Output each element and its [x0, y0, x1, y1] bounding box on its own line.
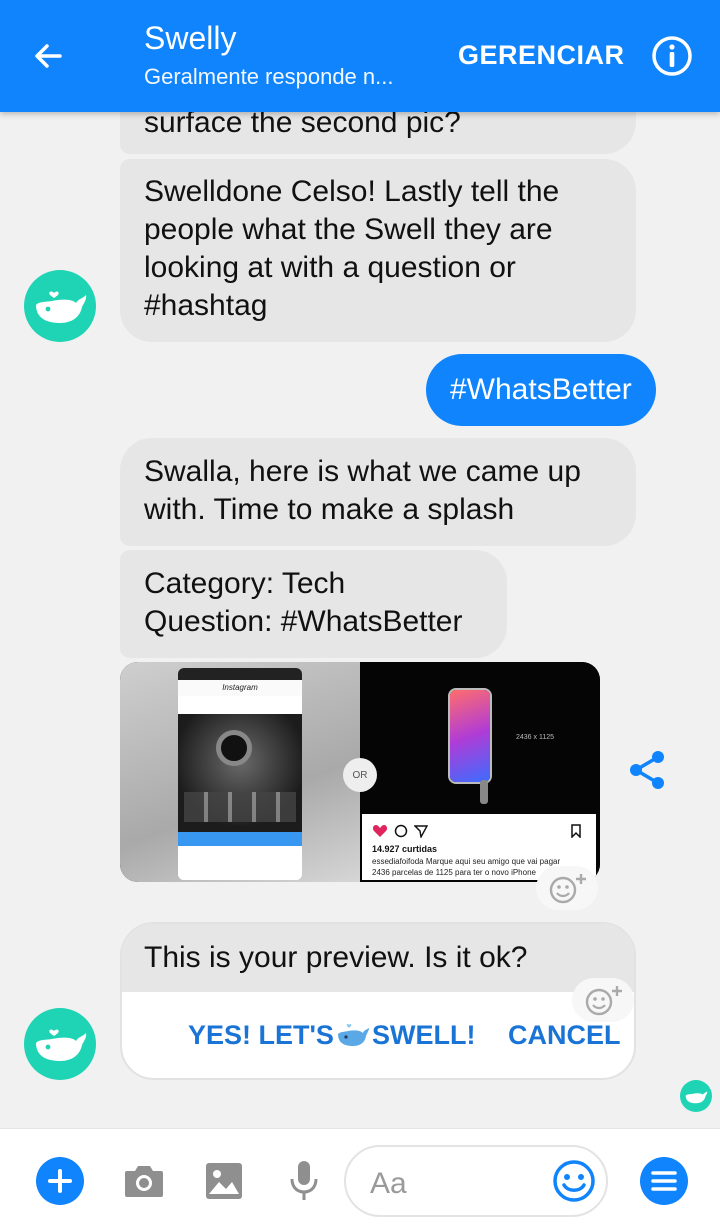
bot-avatar[interactable]	[24, 270, 96, 342]
slide-resolution: 2436 x 1125	[516, 734, 555, 741]
message-composer: Aa	[0, 1128, 720, 1232]
comment-icon	[394, 824, 408, 838]
message-bubble-swalla[interactable]: Swalla, here is what we came up with. Ti…	[120, 438, 636, 546]
message-text: #WhatsBetter	[450, 373, 632, 406]
message-line: Question: #WhatsBetter	[144, 605, 463, 638]
voice-button[interactable]	[280, 1157, 328, 1205]
emoji-icon[interactable]	[552, 1159, 596, 1203]
microphone-icon	[290, 1161, 318, 1200]
yes-label: YES! LET'S	[188, 1020, 334, 1050]
user-message-bubble[interactable]: #WhatsBetter	[426, 354, 656, 426]
read-receipt-avatar	[680, 1080, 712, 1112]
whale-icon	[36, 1029, 87, 1061]
more-actions-button[interactable]	[36, 1157, 84, 1205]
back-arrow-icon	[35, 44, 62, 68]
yes-swell-button[interactable]: YES! LET'S SWELL!	[188, 1020, 475, 1051]
whale-icon	[337, 1023, 369, 1046]
message-bubble-swelldone[interactable]: Swelldone Celso! Lastly tell the people …	[120, 159, 636, 342]
likes-count: 14.927 curtidas	[372, 844, 438, 854]
whale-icon	[36, 291, 87, 323]
message-input[interactable]: Aa	[344, 1145, 608, 1217]
camera-icon	[125, 1166, 163, 1197]
or-badge: OR	[343, 758, 377, 792]
add-reaction-icon	[549, 874, 586, 904]
message-line: looking at with a question or	[144, 251, 516, 284]
chat-header: Swelly Geralmente responde n... GERENCIA…	[0, 0, 720, 112]
camera-button[interactable]	[120, 1157, 168, 1205]
plus-icon	[48, 1169, 72, 1193]
phone-image	[448, 688, 492, 784]
contact-name[interactable]: Swelly	[144, 20, 236, 57]
menu-button[interactable]	[640, 1157, 688, 1205]
preview-question: This is your preview. Is it ok?	[122, 924, 634, 992]
message-list[interactable]: surface the second pic? Swelldone Celso!…	[0, 112, 720, 1128]
message-line: Category: Tech	[144, 567, 346, 600]
send-icon	[414, 825, 428, 838]
photo-message[interactable]: Instagram 2436 x 1125 OR 14.927 curtidas…	[120, 662, 600, 882]
preview-card: This is your preview. Is it ok? YES! LET…	[120, 922, 636, 1080]
menu-icon	[651, 1171, 677, 1191]
message-bubble-partial[interactable]: surface the second pic?	[120, 112, 636, 154]
message-text: surface the second pic?	[144, 112, 461, 139]
image-icon	[206, 1163, 242, 1199]
whale-icon	[685, 1091, 708, 1104]
like-icon	[372, 825, 388, 837]
cancel-button[interactable]: CANCEL	[508, 1020, 621, 1051]
contact-status: Geralmente responde n...	[144, 64, 394, 89]
share-icon[interactable]	[626, 748, 670, 792]
left-photo: Instagram	[120, 662, 360, 882]
instagram-screenshot: Instagram	[178, 668, 302, 880]
instagram-logo: Instagram	[178, 680, 302, 696]
add-reaction-icon	[585, 986, 622, 1016]
bot-avatar[interactable]	[24, 1008, 96, 1080]
message-line: #hashtag	[144, 289, 268, 322]
message-bubble-category[interactable]: Category: Tech Question: #WhatsBetter	[120, 550, 507, 658]
message-line: Swelldone Celso! Lastly tell the	[144, 175, 560, 208]
bookmark-icon	[571, 824, 581, 838]
message-line: with. Time to make a splash	[144, 493, 515, 526]
back-button[interactable]	[24, 32, 72, 80]
info-icon[interactable]	[650, 34, 694, 78]
message-placeholder: Aa	[370, 1167, 407, 1200]
add-reaction-button[interactable]	[536, 866, 598, 910]
add-reaction-button[interactable]	[572, 978, 634, 1022]
message-line: people what the Swell they are	[144, 213, 553, 246]
gallery-button[interactable]	[200, 1157, 248, 1205]
swell-label: SWELL!	[371, 1020, 476, 1050]
message-line: Swalla, here is what we came up	[144, 455, 581, 488]
manage-button[interactable]: GERENCIAR	[458, 40, 625, 71]
